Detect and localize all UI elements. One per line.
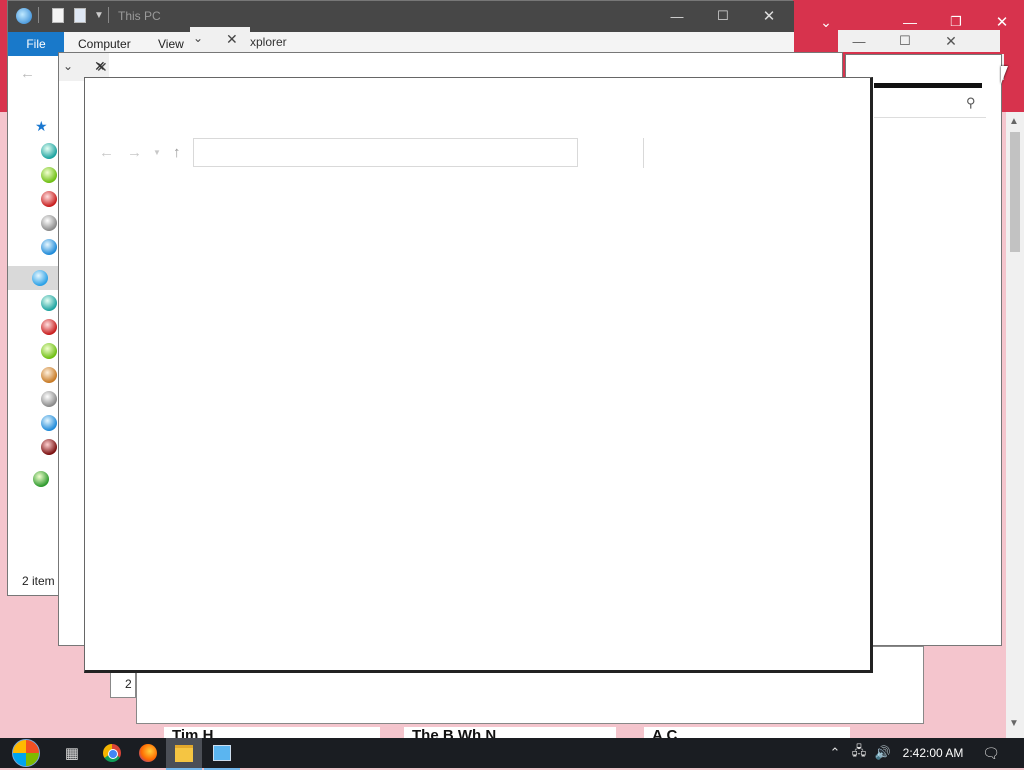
up-arrow-icon[interactable]: ↑ (173, 144, 181, 161)
back-arrow-icon[interactable]: ← (20, 65, 35, 82)
divider (108, 7, 109, 23)
close-icon[interactable]: ✕ (94, 58, 106, 75)
drive-icon[interactable] (41, 367, 57, 383)
scrollbar[interactable]: ▲ ▼ (1006, 112, 1024, 738)
drive-icon[interactable] (41, 391, 57, 407)
close-icon[interactable]: ✕ (752, 4, 786, 28)
window-title: This PC (118, 9, 161, 23)
drive-icon[interactable] (41, 143, 57, 159)
drive-icon[interactable] (41, 215, 57, 231)
recent-dropdown-icon[interactable]: ▼ (153, 148, 161, 157)
search-icon[interactable]: ⚲ (966, 95, 976, 111)
title-bar[interactable]: ▼ This PC — ☐ ✕ (8, 1, 794, 32)
clock[interactable]: 2:42:00 AM (898, 738, 968, 768)
minimize-icon[interactable]: — (842, 29, 876, 53)
address-bar-input[interactable] (193, 138, 578, 167)
drive-icon[interactable] (41, 239, 57, 255)
forward-arrow-icon[interactable]: → (127, 144, 142, 161)
show-hidden-icons-chevron-icon[interactable]: ⌃ (824, 738, 846, 768)
drive-icon[interactable] (41, 295, 57, 311)
start-button[interactable] (6, 738, 46, 768)
this-pc-icon[interactable] (32, 270, 48, 286)
windows-logo-icon (12, 739, 40, 767)
network-icon[interactable]: 🖧 (848, 738, 870, 768)
file-explorer-taskbar-button[interactable] (166, 738, 202, 770)
title-bar[interactable]: — ☐ ✕ (838, 30, 1000, 52)
drive-icon[interactable] (41, 439, 57, 455)
app-taskbar-button[interactable] (204, 738, 240, 770)
action-center-icon[interactable]: 🗨 (978, 738, 1004, 768)
drive-icon[interactable] (41, 343, 57, 359)
chevron-down-icon[interactable]: ⌄ (193, 31, 203, 45)
chevron-down-icon[interactable]: ⌄ (812, 10, 840, 34)
tab-title[interactable]: xplorer (250, 35, 287, 49)
toolbar-border (874, 83, 982, 88)
taskbar: ▦ ⌃ 🖧 🔊 2:42:00 AM 🗨 (0, 738, 1024, 770)
front-window: ← → ▼ ↑ (84, 77, 873, 673)
status-digit: 2 (125, 677, 132, 691)
app-icon (213, 745, 231, 761)
task-view-icon[interactable]: ▦ (54, 738, 90, 768)
scrollbar-thumb[interactable] (1010, 132, 1020, 252)
quick-access-dropdown-icon[interactable]: ▼ (94, 10, 104, 21)
close-icon[interactable]: ✕ (226, 31, 238, 48)
back-arrow-icon[interactable]: ← (99, 144, 114, 161)
scroll-up-icon[interactable]: ▲ (1009, 116, 1021, 128)
chevron-down-icon[interactable]: ⌄ (63, 59, 73, 73)
close-icon[interactable]: ✕ (934, 29, 968, 53)
maximize-icon[interactable]: ☐ (706, 4, 740, 28)
network-icon[interactable] (33, 471, 49, 487)
properties-icon[interactable] (52, 8, 64, 23)
app-icon (16, 8, 32, 24)
tab-strip: ⌄ ✕ (190, 27, 250, 53)
chrome-icon[interactable] (94, 738, 130, 768)
cursor-icon (1001, 66, 1008, 84)
folder-icon (175, 744, 193, 762)
firefox-icon[interactable] (130, 738, 166, 768)
minimize-icon[interactable]: — (660, 4, 694, 28)
tab-file[interactable]: File (8, 32, 64, 56)
volume-icon[interactable]: 🔊 (872, 738, 894, 768)
divider (874, 117, 986, 118)
drive-icon[interactable] (41, 191, 57, 207)
new-folder-icon[interactable] (74, 8, 86, 23)
quick-access-star-icon[interactable]: ★ (35, 118, 48, 135)
status-bar-item-count: 2 item (22, 574, 55, 588)
scroll-down-icon[interactable]: ▼ (1009, 718, 1021, 730)
divider (38, 7, 39, 23)
maximize-icon[interactable]: ☐ (888, 29, 922, 53)
divider (643, 138, 644, 168)
drive-icon[interactable] (41, 415, 57, 431)
drive-icon[interactable] (41, 319, 57, 335)
drive-icon[interactable] (41, 167, 57, 183)
